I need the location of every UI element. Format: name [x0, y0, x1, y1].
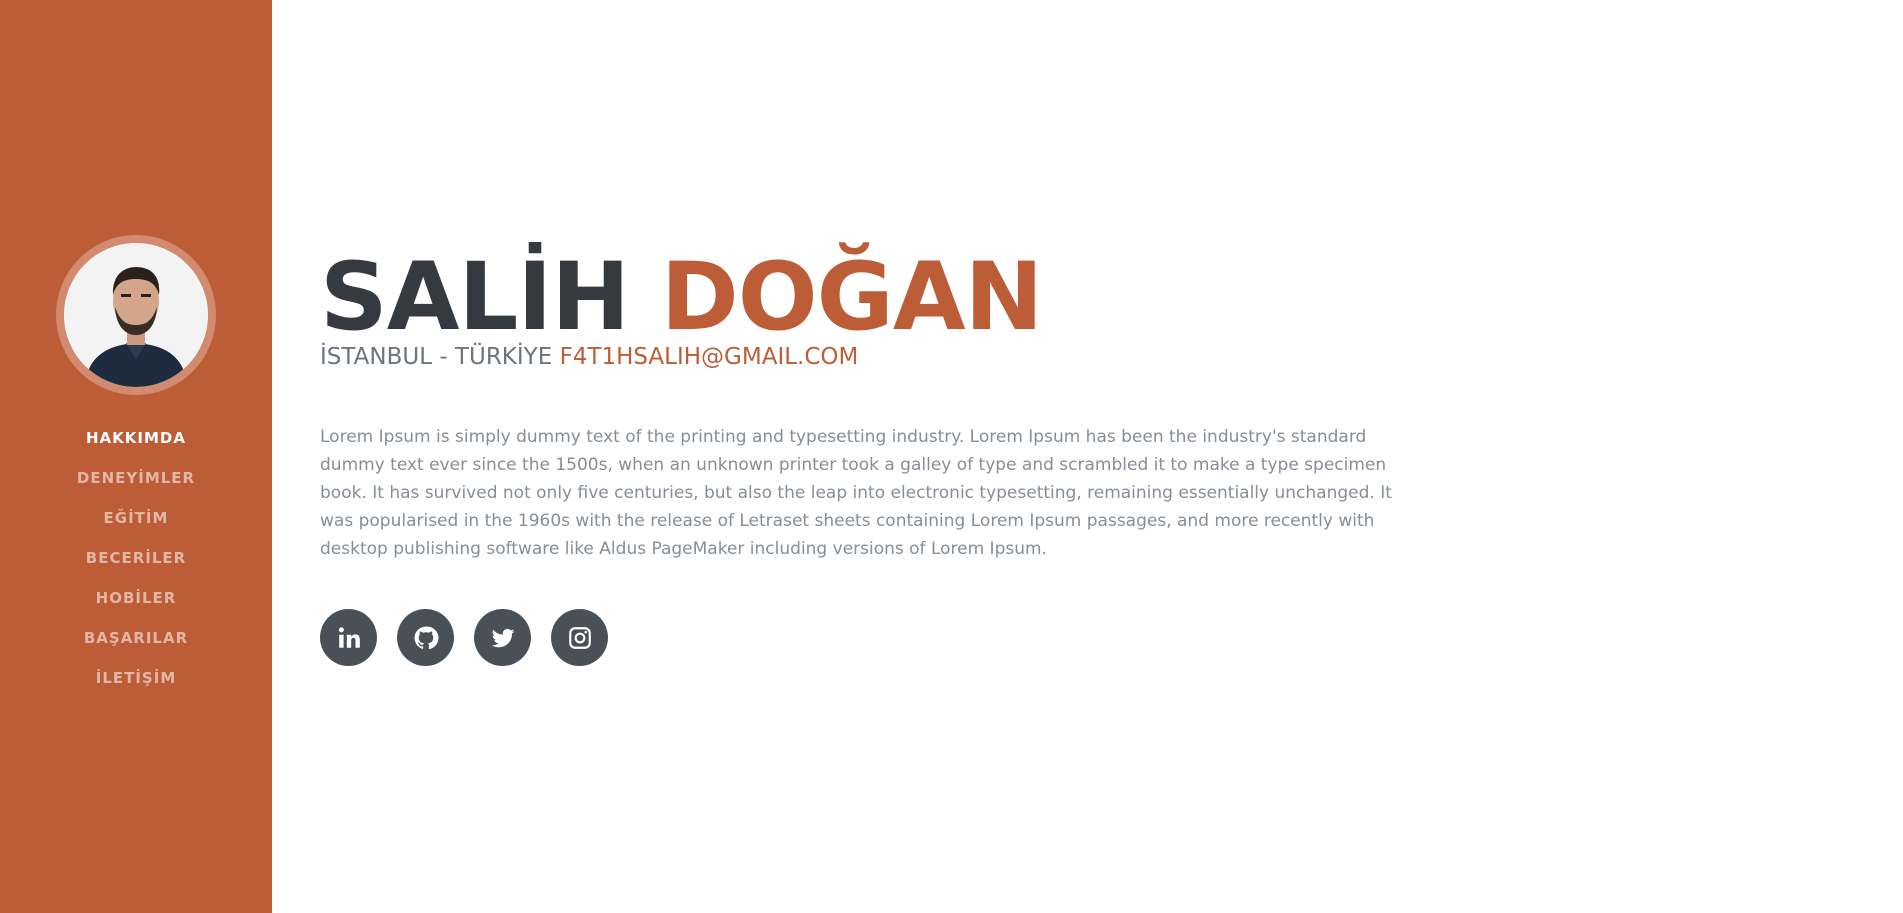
- email-link[interactable]: F4T1HSALIH@GMAIL.COM: [560, 344, 859, 370]
- sidebar-nav: HAKKIMDA DENEYİMLER EĞİTİM BECERİLER HOB…: [0, 418, 272, 698]
- nav-link-hobiler[interactable]: HOBİLER: [96, 589, 177, 607]
- nav-link-deneyimler[interactable]: DENEYİMLER: [77, 469, 195, 487]
- instagram-icon: [568, 626, 591, 649]
- github-icon: [414, 626, 438, 649]
- nav-link-hakkimda[interactable]: HAKKIMDA: [86, 429, 186, 447]
- nav-link-iletisim[interactable]: İLETİŞİM: [96, 669, 177, 687]
- nav-item-iletisim: İLETİŞİM: [0, 658, 272, 698]
- sidebar: HAKKIMDA DENEYİMLER EĞİTİM BECERİLER HOB…: [0, 0, 272, 913]
- nav-item-beceriler: BECERİLER: [0, 538, 272, 578]
- avatar-ring: [56, 235, 216, 395]
- twitter-button[interactable]: [474, 609, 531, 666]
- nav-item-deneyimler: DENEYİMLER: [0, 458, 272, 498]
- github-button[interactable]: [397, 609, 454, 666]
- page-title: SALİH DOĞAN: [320, 248, 1043, 348]
- nav-link-basarilar[interactable]: BAŞARILAR: [84, 629, 188, 647]
- profile-avatar: [64, 243, 208, 387]
- twitter-icon: [491, 628, 514, 647]
- first-name: SALİH: [320, 243, 630, 352]
- nav-item-basarilar: BAŞARILAR: [0, 618, 272, 658]
- location-text: İSTANBUL - TÜRKİYE: [320, 344, 553, 370]
- nav-item-hakkimda: HAKKIMDA: [0, 418, 272, 458]
- instagram-button[interactable]: [551, 609, 608, 666]
- nav-link-egitim[interactable]: EĞİTİM: [104, 509, 169, 527]
- nav-item-hobiler: HOBİLER: [0, 578, 272, 618]
- about-description: Lorem Ipsum is simply dummy text of the …: [320, 427, 1392, 559]
- last-name: DOĞAN: [660, 243, 1044, 352]
- social-icons: [320, 609, 608, 666]
- about-section: SALİH DOĞAN İSTANBUL - TÜRKİYE F4T1HSALI…: [320, 0, 1720, 913]
- subheading: İSTANBUL - TÜRKİYE F4T1HSALIH@GMAIL.COM: [320, 342, 858, 372]
- linkedin-icon: [338, 626, 360, 648]
- nav-link-beceriler[interactable]: BECERİLER: [86, 549, 186, 567]
- linkedin-button[interactable]: [320, 609, 377, 666]
- nav-item-egitim: EĞİTİM: [0, 498, 272, 538]
